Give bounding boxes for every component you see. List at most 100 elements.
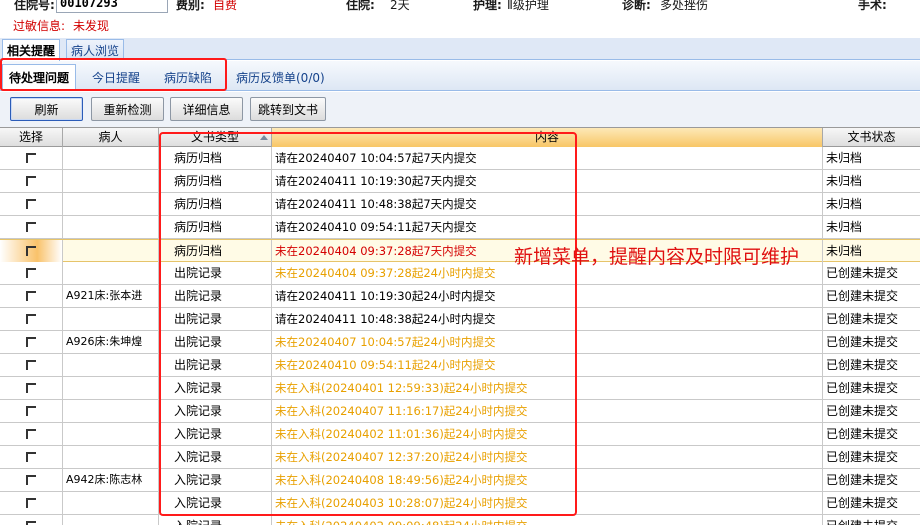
patient-cell: A942床:陈志林 [63, 469, 159, 491]
patient-cell [63, 515, 159, 525]
row-checkbox[interactable] [26, 337, 36, 347]
column-header-patient[interactable]: 病人 [63, 128, 159, 147]
row-checkbox[interactable] [26, 246, 36, 256]
table-row[interactable]: 入院记录 未在入科(20240403 10:28:07)起24小时内提交 已创建未提… [0, 492, 920, 515]
column-header-content[interactable]: 内容 [272, 128, 823, 147]
tab-patient-browse[interactable]: 病人浏览 [66, 39, 125, 60]
table-row[interactable]: A921床:张本进 出院记录 请在20240411 10:19:30起24小时内提交… [0, 285, 920, 308]
doc-type-cell: 入院记录 [159, 515, 272, 525]
table-row[interactable]: 病历归档 请在20240407 10:04:57起7天内提交 未归档 [0, 147, 920, 170]
status-cell: 未归档 [826, 197, 863, 211]
row-checkbox[interactable] [26, 291, 36, 301]
content-cell: 请在20240411 10:48:38起7天内提交 [272, 193, 823, 215]
table-row[interactable]: 病历归档 请在20240410 09:54:11起7天内提交 未归档 [0, 216, 920, 239]
table-row[interactable]: 入院记录 未在入科(20240401 12:59:33)起24小时内提交 已创建未提… [0, 377, 920, 400]
row-checkbox[interactable] [26, 498, 36, 508]
row-checkbox[interactable] [26, 452, 36, 462]
content-cell: 未在入科(20240403 10:28:07)起24小时内提交 [272, 492, 823, 514]
row-checkbox[interactable] [26, 521, 36, 525]
fee-type-label: 费别: [176, 0, 205, 12]
doc-type-cell: 入院记录 [159, 423, 272, 445]
details-button[interactable]: 详细信息 [170, 97, 243, 121]
table-row[interactable]: 入院记录未在入科(20240402 09:09:48)起24小时内提交已创建未提… [0, 515, 920, 525]
table-row[interactable]: 出院记录 请在20240411 10:48:38起24小时内提交 已创建未提交 [0, 308, 920, 331]
table-row[interactable]: A926床:朱坤煌 出院记录 未在20240407 10:04:57起24小时内提交… [0, 331, 920, 354]
select-cell [0, 193, 63, 215]
row-checkbox[interactable] [26, 475, 36, 485]
row-checkbox[interactable] [26, 268, 36, 278]
content-cell: 未在入科(20240402 09:09:48)起24小时内提交 [272, 515, 823, 525]
refresh-button[interactable]: 刷新 [10, 97, 83, 121]
status-cell: 已创建未提交 [826, 450, 899, 464]
doc-type-cell: 病历归档 [159, 147, 272, 169]
row-checkbox[interactable] [26, 153, 36, 163]
select-cell [0, 400, 63, 422]
row-checkbox[interactable] [26, 360, 36, 370]
content-cell: 未在入科(20240408 18:49:56)起24小时内提交 [272, 469, 823, 491]
status-cell: 已创建未提交 [826, 473, 899, 487]
stay-value: 2天 [390, 0, 410, 12]
select-cell [0, 285, 63, 307]
doc-type-cell: 病历归档 [159, 193, 272, 215]
patient-cell: A921床:张本进 [63, 285, 159, 307]
jump-to-document-button[interactable]: 跳转到文书 [250, 97, 326, 121]
select-cell [0, 377, 63, 399]
select-cell [0, 170, 63, 192]
table-row[interactable]: 入院记录 未在入科(20240407 12:37:20)起24小时内提交 已创建未提… [0, 446, 920, 469]
patient-cell [63, 308, 159, 330]
allergy-value: 未发现 [73, 19, 110, 33]
doc-type-cell: 出院记录 [159, 308, 272, 330]
content-cell: 未在入科(20240401 12:59:33)起24小时内提交 [272, 377, 823, 399]
row-checkbox[interactable] [26, 199, 36, 209]
row-checkbox[interactable] [26, 429, 36, 439]
status-cell: 已创建未提交 [826, 312, 899, 326]
row-checkbox[interactable] [26, 222, 36, 232]
row-checkbox[interactable] [26, 406, 36, 416]
tab-pending-issues[interactable]: 待处理问题 [2, 64, 77, 90]
select-cell [0, 423, 63, 445]
column-header-status[interactable]: 文书状态 [823, 128, 920, 147]
inpatient-no-field[interactable]: 00107293 [56, 0, 168, 13]
status-cell: 已创建未提交 [826, 381, 899, 395]
column-header-doc-type[interactable]: 文书类型 [159, 128, 272, 147]
patient-cell [63, 170, 159, 192]
content-cell: 请在20240410 09:54:11起7天内提交 [272, 216, 823, 238]
allergy-label: 过敏信息: [13, 19, 66, 33]
patient-cell [63, 446, 159, 468]
table-row[interactable]: 入院记录 未在入科(20240402 11:01:36)起24小时内提交 已创建未提… [0, 423, 920, 446]
doc-type-cell: 入院记录 [159, 377, 272, 399]
content-cell: 请在20240407 10:04:57起7天内提交 [272, 147, 823, 169]
patient-cell [63, 216, 159, 238]
sort-ascending-icon [260, 135, 268, 140]
patient-cell: A926床:朱坤煌 [63, 331, 159, 353]
tab-record-feedback[interactable]: 病历反馈单(0/0) [236, 66, 325, 88]
row-checkbox[interactable] [26, 176, 36, 186]
diagnosis-value: 多处挫伤 [660, 0, 709, 12]
content-cell: 请在20240411 10:48:38起24小时内提交 [272, 308, 823, 330]
allergy-row: 过敏信息: 未发现 [0, 17, 920, 35]
table-row[interactable]: 病历归档 请在20240411 10:48:38起7天内提交 未归档 [0, 193, 920, 216]
stay-label: 住院: [346, 0, 375, 12]
toolbar: 刷新 重新检测 详细信息 跳转到文书 [0, 92, 920, 127]
table-row[interactable]: A942床:陈志林 入院记录 未在入科(20240408 18:49:56)起24小… [0, 469, 920, 492]
doc-type-cell: 病历归档 [159, 170, 272, 192]
doc-type-cell: 病历归档 [159, 216, 272, 238]
status-cell: 已创建未提交 [826, 335, 899, 349]
column-header-select[interactable]: 选择 [0, 128, 63, 147]
tab-today-reminders[interactable]: 今日提醒 [92, 66, 140, 88]
tab-related-reminders[interactable]: 相关提醒 [2, 39, 61, 61]
status-cell: 已创建未提交 [826, 358, 899, 372]
table-row[interactable]: 出院记录 未在20240410 09:54:11起24小时内提交 已创建未提交 [0, 354, 920, 377]
recheck-button[interactable]: 重新检测 [91, 97, 164, 121]
doc-type-cell: 入院记录 [159, 469, 272, 491]
table-row[interactable]: 病历归档 请在20240411 10:19:30起7天内提交 未归档 [0, 170, 920, 193]
column-header-doc-type-label: 文书类型 [190, 130, 239, 144]
content-cell: 未在20240407 10:04:57起24小时内提交 [272, 331, 823, 353]
tab-record-defects[interactable]: 病历缺陷 [164, 66, 212, 88]
table-row[interactable]: 入院记录 未在入科(20240407 11:16:17)起24小时内提交 已创建未提… [0, 400, 920, 423]
select-cell [0, 216, 63, 238]
row-checkbox[interactable] [26, 314, 36, 324]
patient-cell [63, 147, 159, 169]
row-checkbox[interactable] [26, 383, 36, 393]
content-cell: 未在入科(20240407 12:37:20)起24小时内提交 [272, 446, 823, 468]
